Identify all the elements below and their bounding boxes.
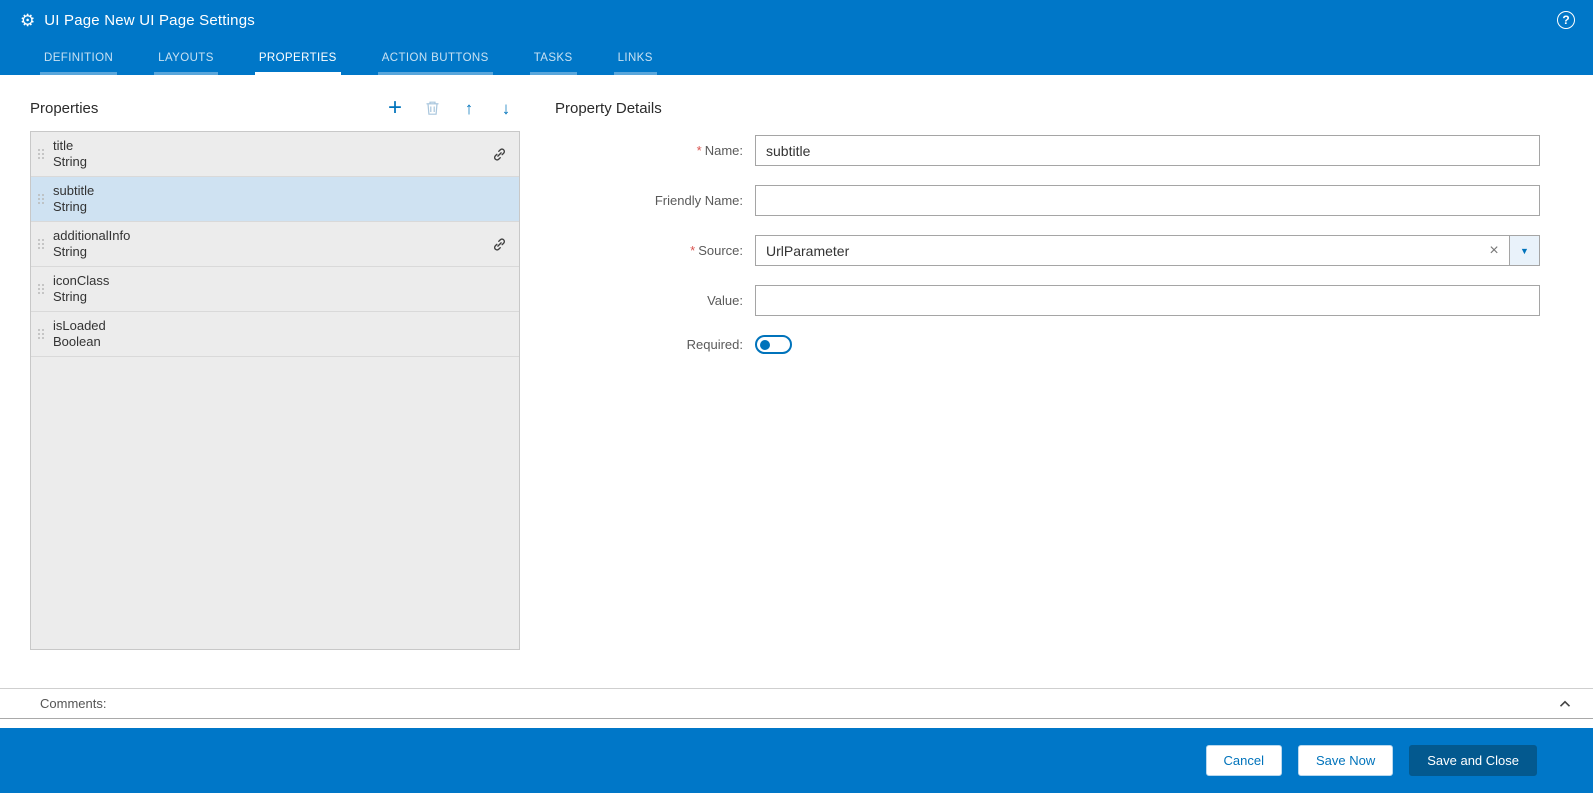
property-row-iconclass[interactable]: iconClass String bbox=[31, 267, 519, 312]
save-now-button[interactable]: Save Now bbox=[1297, 745, 1394, 776]
tab-bar: DEFINITION LAYOUTS PROPERTIES ACTION BUT… bbox=[0, 40, 1593, 75]
property-type: String bbox=[53, 154, 87, 169]
header: ⚙ UI Page New UI Page Settings ? bbox=[0, 0, 1593, 40]
required-label: Required: bbox=[686, 337, 743, 352]
delete-property-button[interactable] bbox=[422, 97, 442, 119]
name-field[interactable] bbox=[755, 135, 1540, 166]
property-name: additionalInfo bbox=[53, 228, 131, 243]
details-title: Property Details bbox=[555, 99, 662, 117]
name-field-row: * Name: bbox=[555, 135, 1540, 166]
property-row-title[interactable]: title String bbox=[31, 132, 519, 177]
details-header: Property Details bbox=[555, 93, 1540, 123]
property-row-subtitle[interactable]: subtitle String bbox=[31, 177, 519, 222]
properties-list: title String subtitle String additionalI… bbox=[30, 131, 520, 650]
settings-dialog: ⚙ UI Page New UI Page Settings ? DEFINIT… bbox=[0, 0, 1593, 793]
source-combobox: × ▼ bbox=[755, 235, 1540, 266]
tab-properties[interactable]: PROPERTIES bbox=[254, 52, 341, 75]
required-marker: * bbox=[696, 143, 702, 158]
tab-tasks[interactable]: TASKS bbox=[529, 52, 577, 75]
property-details-form: *Name: Friendly Name: *Source: bbox=[555, 135, 1540, 373]
property-name: subtitle bbox=[53, 183, 95, 198]
property-name: title bbox=[53, 138, 74, 153]
property-type: Boolean bbox=[53, 334, 101, 349]
value-label: Value: bbox=[707, 293, 743, 308]
name-label: Name: bbox=[704, 143, 743, 158]
link-icon bbox=[492, 147, 507, 162]
property-row-isloaded[interactable]: isLoaded Boolean bbox=[31, 312, 519, 357]
tab-definition[interactable]: DEFINITION bbox=[40, 52, 118, 75]
chevron-down-icon[interactable]: ▼ bbox=[1509, 236, 1539, 265]
friendly-name-label: Friendly Name: bbox=[654, 193, 743, 208]
properties-panel: Properties + ↑ ↓ title String subtitle S… bbox=[30, 93, 520, 688]
property-type: String bbox=[53, 199, 87, 214]
drag-handle-icon[interactable] bbox=[38, 148, 44, 160]
source-field-row: *Source: × ▼ bbox=[555, 235, 1540, 266]
property-name: isLoaded bbox=[53, 318, 106, 333]
clear-icon[interactable]: × bbox=[1479, 236, 1509, 265]
move-down-button[interactable]: ↓ bbox=[496, 97, 516, 119]
comments-bar: Comments: bbox=[0, 688, 1593, 719]
move-up-button[interactable]: ↑ bbox=[459, 97, 479, 119]
chevron-up-icon bbox=[1559, 700, 1571, 707]
footer-spacer bbox=[0, 719, 1593, 728]
drag-handle-icon[interactable] bbox=[38, 238, 44, 250]
save-and-close-button[interactable]: Save and Close bbox=[1409, 745, 1537, 776]
required-marker: * bbox=[690, 243, 696, 258]
properties-panel-title: Properties bbox=[30, 99, 99, 117]
required-toggle[interactable] bbox=[755, 335, 792, 354]
footer: Cancel Save Now Save and Close bbox=[0, 728, 1593, 793]
properties-toolbar: + ↑ ↓ bbox=[385, 96, 520, 120]
page-title: UI Page New UI Page Settings bbox=[44, 11, 255, 29]
property-name: iconClass bbox=[53, 273, 110, 288]
value-field-row: Value: bbox=[555, 285, 1540, 316]
source-label: Source: bbox=[698, 243, 743, 258]
help-icon[interactable]: ? bbox=[1557, 11, 1575, 29]
gear-icon: ⚙ bbox=[20, 10, 36, 30]
collapse-comments-button[interactable] bbox=[1557, 696, 1573, 712]
property-type: String bbox=[53, 289, 87, 304]
drag-handle-icon[interactable] bbox=[38, 193, 44, 205]
main-content: Properties + ↑ ↓ title String subtitle S… bbox=[0, 75, 1593, 688]
trash-icon bbox=[426, 101, 438, 115]
tab-action-buttons[interactable]: ACTION BUTTONS bbox=[377, 52, 493, 75]
source-field[interactable] bbox=[756, 236, 1479, 265]
property-type: String bbox=[53, 244, 87, 259]
comments-label: Comments: bbox=[40, 696, 107, 711]
friendly-name-field-row: Friendly Name: bbox=[555, 185, 1540, 216]
add-property-button[interactable]: + bbox=[385, 96, 405, 120]
drag-handle-icon[interactable] bbox=[38, 328, 44, 340]
tab-layouts[interactable]: LAYOUTS bbox=[154, 52, 218, 75]
property-details-panel: Property Details *Name: Friendly Name: bbox=[520, 93, 1540, 688]
properties-panel-header: Properties + ↑ ↓ bbox=[30, 93, 520, 123]
property-row-additionalinfo[interactable]: additionalInfo String bbox=[31, 222, 519, 267]
cancel-button[interactable]: Cancel bbox=[1205, 745, 1282, 776]
value-field[interactable] bbox=[755, 285, 1540, 316]
drag-handle-icon[interactable] bbox=[38, 283, 44, 295]
friendly-name-field[interactable] bbox=[755, 185, 1540, 216]
required-field-row: Required: bbox=[555, 335, 1540, 354]
tab-links[interactable]: LINKS bbox=[613, 52, 657, 75]
link-icon bbox=[492, 237, 507, 252]
